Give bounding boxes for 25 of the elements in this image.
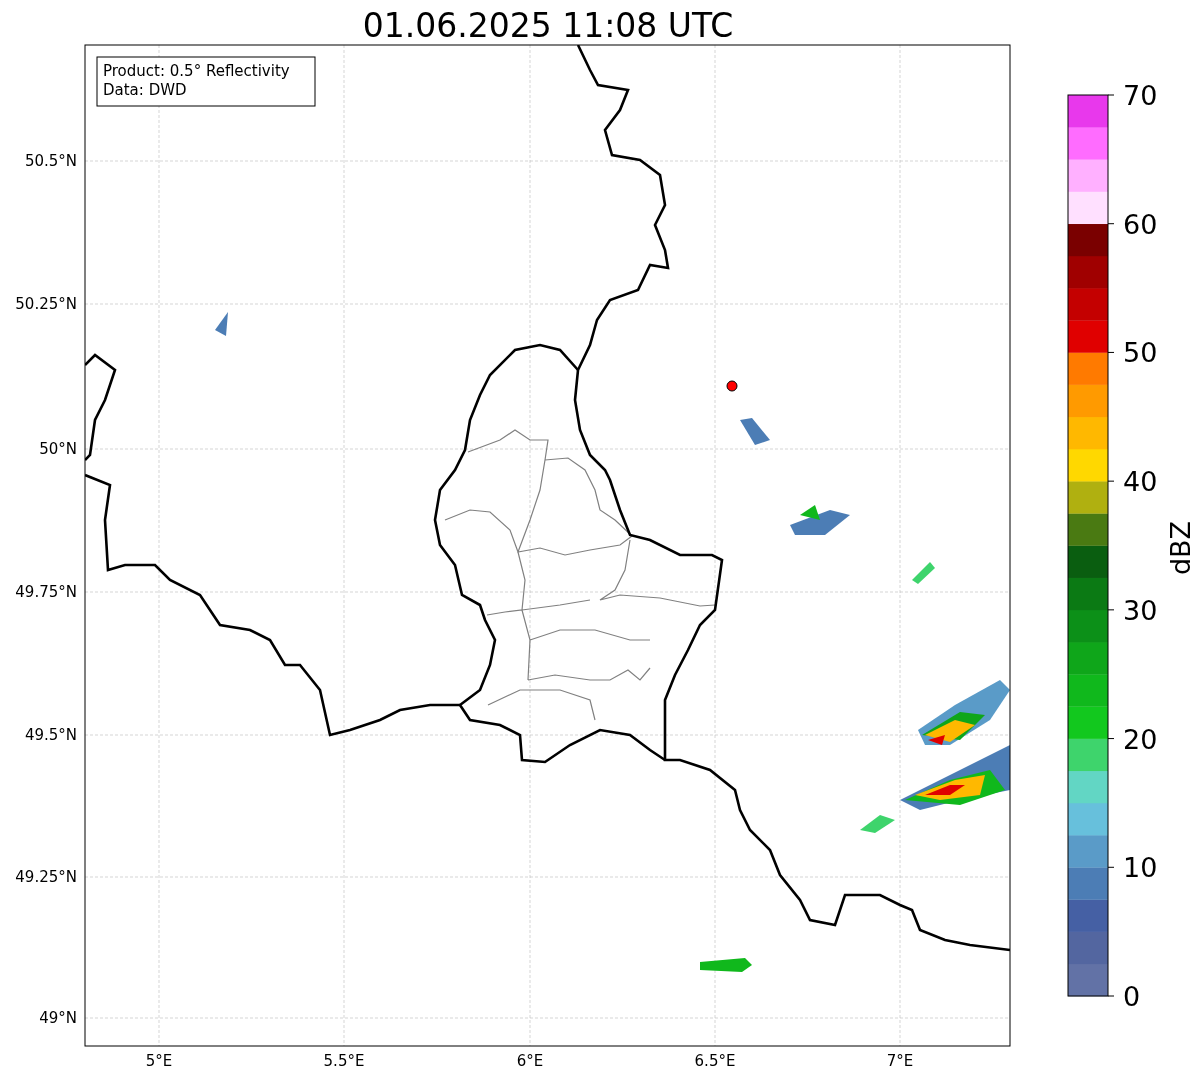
colorbar-tick-label: 30 [1123,594,1158,626]
colorbar-tick-label: 0 [1123,981,1141,1012]
longitude-label: 7°E [886,1052,914,1070]
latitude-label: 50.5°N [24,152,77,170]
info-text: Product: 0.5° Reflectivity [103,62,290,80]
info-text: Data: DWD [103,81,187,99]
latitude-label: 49.5°N [24,726,77,744]
latitude-label: 50.25°N [15,295,77,313]
latitude-label: 49.25°N [15,868,77,886]
chart-title: 01.06.2025 11:08 UTC [362,6,734,45]
colorbar-tick-label: 20 [1123,723,1158,755]
colorbar-tick-label: 50 [1123,337,1158,369]
longitude-label: 5°E [145,1052,173,1070]
colorbar-label: dBZ [1165,520,1196,576]
latitude-label: 50°N [39,440,77,458]
colorbar-tick-label: 70 [1123,80,1158,111]
latitude-label: 49°N [39,1009,77,1027]
colorbar-tick-label: 10 [1123,852,1158,884]
latitude-label: 49.75°N [15,583,77,601]
longitude-label: 5.5°E [323,1052,365,1070]
radar-site-marker [726,380,738,392]
longitude-label: 6.5°E [694,1052,736,1070]
colorbar-tick-label: 40 [1123,466,1158,498]
longitude-label: 6°E [516,1052,544,1070]
colorbar-tick-label: 60 [1123,208,1158,240]
